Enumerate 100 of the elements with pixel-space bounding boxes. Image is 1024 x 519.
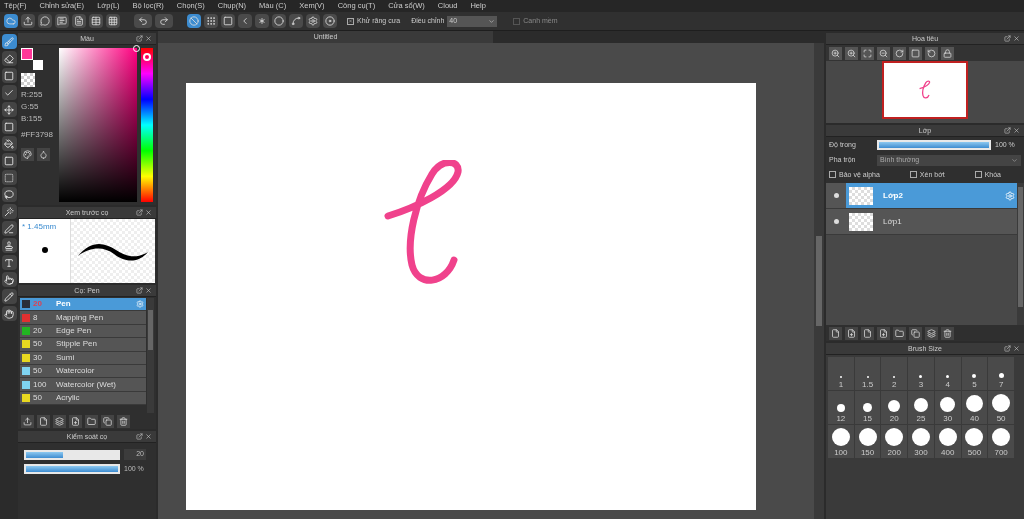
undock-icon[interactable] xyxy=(1004,35,1011,42)
checkbox[interactable] xyxy=(347,17,354,25)
hue-thumb[interactable] xyxy=(143,53,151,62)
upload-icon[interactable] xyxy=(21,14,35,28)
hue-slider[interactable] xyxy=(141,48,153,202)
close-icon[interactable] xyxy=(145,287,152,294)
disc-icon[interactable] xyxy=(323,14,337,28)
brush-size-option[interactable]: 50 xyxy=(988,391,1014,424)
fit-screen-icon[interactable] xyxy=(861,46,874,60)
tool-button[interactable] xyxy=(1,85,17,100)
tool-button[interactable] xyxy=(1,102,17,117)
undock-icon[interactable] xyxy=(136,35,143,42)
copy-icon[interactable] xyxy=(101,414,114,428)
scrollbar[interactable] xyxy=(147,298,154,413)
folder-icon[interactable] xyxy=(893,326,906,340)
close-icon[interactable] xyxy=(145,35,152,42)
brush-size-option[interactable]: 700 xyxy=(988,425,1014,458)
color-gradient-picker[interactable] xyxy=(59,48,137,202)
tool-button[interactable] xyxy=(1,289,17,304)
tool-button[interactable] xyxy=(1,238,17,253)
comment-icon[interactable] xyxy=(55,14,69,28)
undock-icon[interactable] xyxy=(136,433,143,440)
tool-button[interactable] xyxy=(1,68,17,83)
tool-button[interactable] xyxy=(1,204,17,219)
brush-size-option[interactable]: 300 xyxy=(908,425,934,458)
square-icon[interactable] xyxy=(909,46,922,60)
brush-size-option[interactable]: 400 xyxy=(934,425,961,458)
tool-button[interactable] xyxy=(1,34,17,49)
table-icon[interactable] xyxy=(89,14,103,28)
lock-icon[interactable] xyxy=(941,46,954,60)
layers-icon[interactable] xyxy=(53,414,66,428)
asterisk-icon[interactable] xyxy=(255,14,269,28)
brush-size-option[interactable]: 25 xyxy=(908,391,934,424)
tool-button[interactable] xyxy=(1,170,17,185)
palette-icon[interactable] xyxy=(21,148,34,161)
foreground-color-swatch[interactable] xyxy=(21,48,33,60)
transparent-swatch[interactable] xyxy=(21,73,35,87)
tool-button[interactable] xyxy=(1,255,17,270)
circle-icon[interactable] xyxy=(272,14,286,28)
tool-button[interactable] xyxy=(1,119,17,134)
scrollbar[interactable] xyxy=(814,43,824,519)
droplet-icon[interactable] xyxy=(37,148,50,161)
zoom-out-icon[interactable] xyxy=(877,46,890,60)
tool-button[interactable] xyxy=(1,153,17,168)
no-symbol-icon[interactable] xyxy=(187,14,201,28)
brush-size-option[interactable]: 15 xyxy=(854,391,881,424)
speech-bubble-icon[interactable] xyxy=(38,14,52,28)
cloud-icon[interactable] xyxy=(4,14,18,28)
close-icon[interactable] xyxy=(145,433,152,440)
background-color-swatch[interactable] xyxy=(33,60,43,70)
checkbox[interactable] xyxy=(829,171,836,179)
brush-size-option[interactable]: 1.5 xyxy=(854,357,881,390)
document-icon[interactable] xyxy=(72,14,86,28)
layer-item[interactable]: Lớp1 xyxy=(826,209,1017,235)
brush-size-option[interactable]: 30 xyxy=(934,391,961,424)
brush-size-option[interactable]: 150 xyxy=(854,425,881,458)
tool-button[interactable] xyxy=(1,136,17,151)
undock-icon[interactable] xyxy=(1004,345,1011,352)
folder-icon[interactable] xyxy=(85,414,98,428)
close-icon[interactable] xyxy=(145,209,152,216)
trash-icon[interactable] xyxy=(117,414,130,428)
brush-size-option[interactable]: 20 xyxy=(881,391,908,424)
close-icon[interactable] xyxy=(1013,345,1020,352)
curve-icon[interactable] xyxy=(289,14,303,28)
brush-size-option[interactable]: 500 xyxy=(961,425,988,458)
checkbox[interactable] xyxy=(974,171,982,179)
tool-button[interactable] xyxy=(1,221,17,236)
close-icon[interactable] xyxy=(1013,35,1020,42)
brush-item[interactable]: 100 Watercolor (Wet) xyxy=(20,378,146,392)
file-icon[interactable] xyxy=(829,326,842,340)
brush-size-option[interactable]: 100 xyxy=(828,425,854,458)
brush-size-option[interactable]: 3 xyxy=(908,357,934,390)
canvas-thumbnail[interactable] xyxy=(882,61,968,119)
undock-icon[interactable] xyxy=(136,287,143,294)
undock-icon[interactable] xyxy=(136,209,143,216)
brush-item[interactable]: 50 Stipple Pen xyxy=(20,338,146,352)
copy-icon[interactable] xyxy=(909,326,922,340)
zoom-in-icon[interactable] xyxy=(845,46,858,60)
layer-item[interactable]: Lớp2 xyxy=(826,183,1017,209)
brush-size-option[interactable]: 40 xyxy=(961,391,988,424)
undock-icon[interactable] xyxy=(1004,127,1011,134)
gear-icon[interactable] xyxy=(306,14,320,28)
undo-icon[interactable] xyxy=(134,14,152,28)
file-plus-icon[interactable] xyxy=(69,414,82,428)
file-icon[interactable] xyxy=(37,414,50,428)
brush-item[interactable]: 8 Mapping Pen xyxy=(20,311,146,325)
tool-button[interactable] xyxy=(1,187,17,202)
brush-size-option[interactable]: 4 xyxy=(934,357,961,390)
layers-icon[interactable] xyxy=(925,326,938,340)
brush-size-option[interactable]: 1 xyxy=(828,357,854,390)
tool-button[interactable] xyxy=(1,306,17,321)
brush-size-option[interactable]: 12 xyxy=(828,391,854,424)
slider-track[interactable] xyxy=(24,449,120,460)
brush-size-option[interactable]: 5 xyxy=(961,357,988,390)
file-icon[interactable] xyxy=(861,326,874,340)
zoom-in-icon[interactable] xyxy=(829,46,842,60)
redo-icon[interactable] xyxy=(155,14,173,28)
brush-size-option[interactable]: 2 xyxy=(881,357,908,390)
file-plus-icon[interactable] xyxy=(845,326,858,340)
file-plus-icon[interactable] xyxy=(877,326,890,340)
